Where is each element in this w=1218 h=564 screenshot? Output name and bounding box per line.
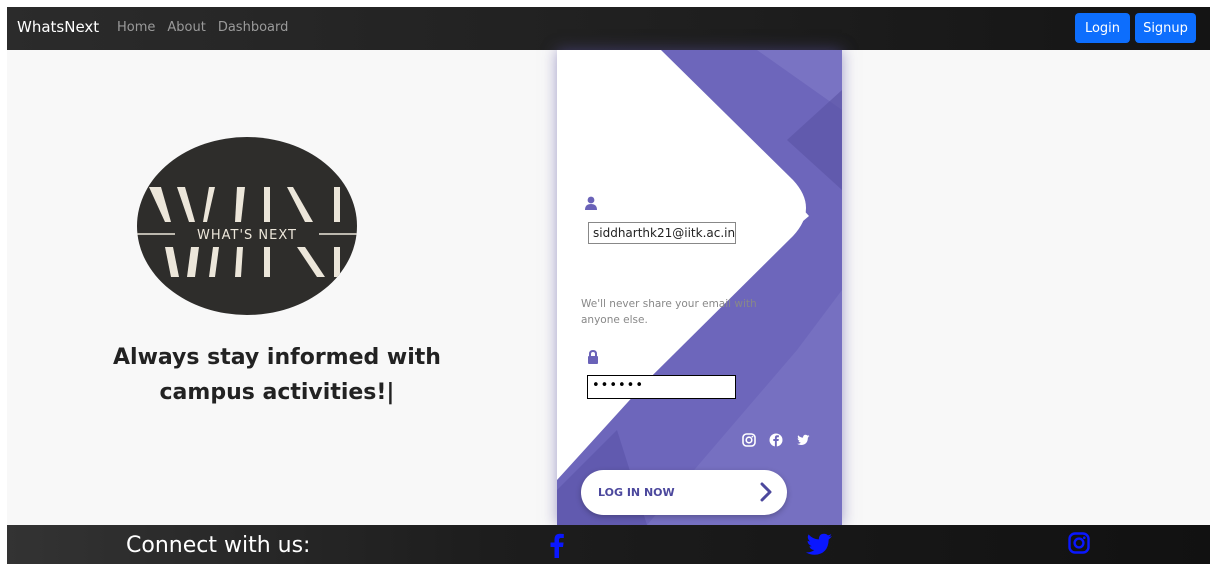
brand-link[interactable]: WhatsNext [17,18,99,36]
hero-tagline: Always stay informed with campus activit… [57,340,497,410]
facebook-icon[interactable] [547,532,567,558]
user-icon [585,196,597,210]
card-background [557,50,842,525]
facebook-icon[interactable] [769,433,783,447]
logo-text: WHAT'S NEXT [197,228,297,243]
login-button[interactable]: Login [1075,13,1130,43]
instagram-icon[interactable] [1068,532,1090,554]
login-card: siddharthk21@iitk.ac.in We'll never shar… [557,50,842,525]
tagline-line-1: Always stay informed with [113,345,441,370]
nav-dashboard-link[interactable]: Dashboard [218,20,289,35]
password-input[interactable]: •••••• [587,375,736,399]
nav-links: Home About Dashboard [117,20,288,35]
footer: Connect with us: [7,525,1210,564]
card-social-links [742,433,810,447]
log-in-now-button[interactable]: LOG IN NOW [581,470,787,515]
signup-button[interactable]: Signup [1135,13,1196,43]
connect-label: Connect with us: [126,533,311,558]
twitter-icon[interactable] [796,433,810,447]
email-help-text: We'll never share your email with anyone… [581,298,757,326]
tagline-line-2: campus activities!| [159,380,395,405]
twitter-icon[interactable] [803,532,833,558]
whatsnext-logo: WHAT'S NEXT [137,137,357,315]
chevron-right-icon [760,482,772,502]
log-in-now-label: LOG IN NOW [598,486,675,499]
nav-about-link[interactable]: About [167,20,205,35]
email-input[interactable]: siddharthk21@iitk.ac.in [588,222,736,244]
nav-home-link[interactable]: Home [117,20,155,35]
navbar: WhatsNext Home About Dashboard Login Sig… [7,7,1210,50]
instagram-icon[interactable] [742,433,756,447]
lock-icon [588,350,598,364]
page: WhatsNext Home About Dashboard Login Sig… [7,7,1210,564]
